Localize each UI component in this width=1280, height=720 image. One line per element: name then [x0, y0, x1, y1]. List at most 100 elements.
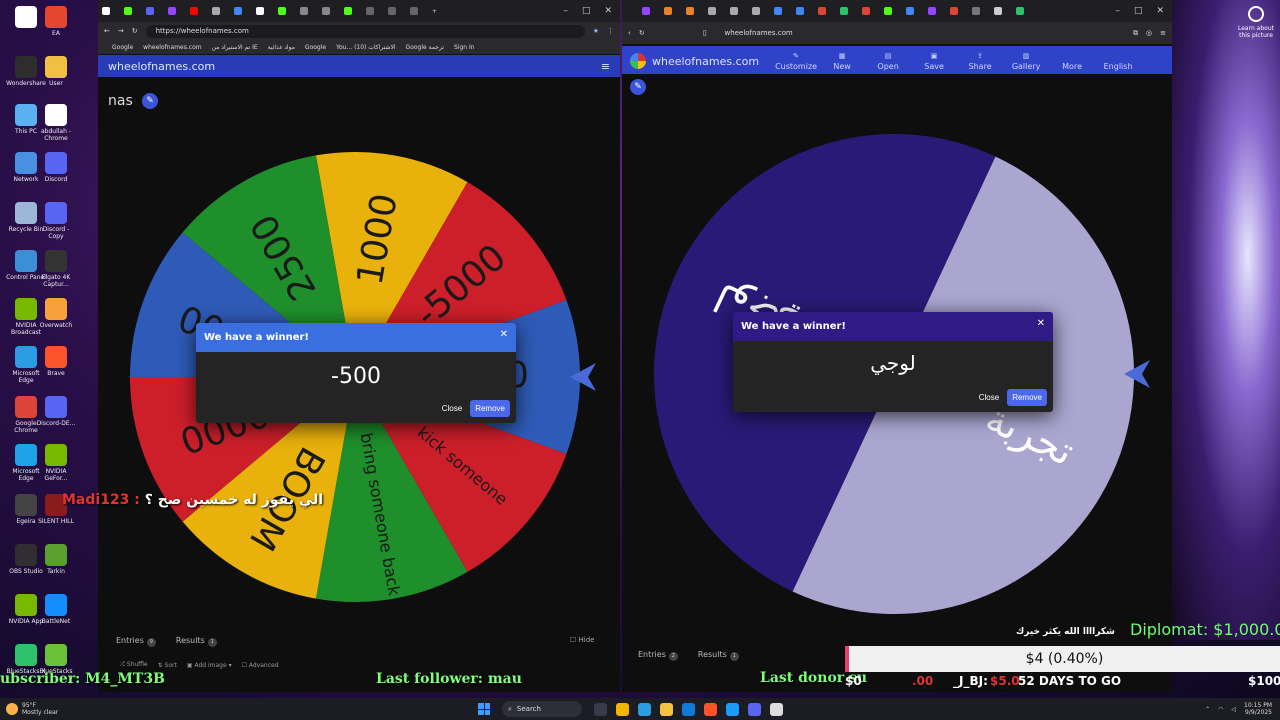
browser-tab[interactable] [928, 4, 948, 18]
desktop-icon[interactable]: Discord - Copy [36, 202, 76, 240]
taskbar-app-icon[interactable] [682, 702, 695, 716]
star-icon[interactable]: ★ [593, 27, 599, 35]
close-icon[interactable]: ✕ [1156, 6, 1164, 16]
taskbar-app-icon[interactable] [616, 702, 629, 716]
browser-tab[interactable] [730, 4, 750, 18]
reload-icon[interactable]: ↻ [639, 29, 645, 37]
windows-start-icon[interactable] [478, 703, 490, 715]
desktop-icon[interactable]: User [36, 56, 76, 87]
profile-icon[interactable]: ◎ [1146, 29, 1152, 37]
nav-open[interactable]: ▤ Open [865, 52, 911, 71]
desktop-icon[interactable]: abdullah - Chrome [36, 104, 76, 142]
bookmark-item[interactable]: Google [305, 44, 326, 51]
taskbar-search[interactable]: ⌕ Search [502, 701, 582, 717]
browser-tab[interactable] [642, 4, 662, 18]
browser-tab[interactable] [884, 4, 904, 18]
menu-icon[interactable]: ⋮ [607, 27, 614, 35]
browser-tab[interactable] [146, 4, 166, 18]
desktop-icon[interactable]: NVIDIA GeFor... [36, 444, 76, 482]
chevron-up-icon[interactable]: ⌃ [1205, 706, 1210, 713]
browser-tab[interactable] [366, 4, 386, 18]
browser-tab[interactable] [752, 4, 772, 18]
new-tab-button[interactable]: + [432, 4, 452, 18]
remove-button[interactable]: Remove [470, 400, 510, 417]
sort-button[interactable]: ⇅ Sort [158, 662, 177, 669]
nav-customize[interactable]: ✎ Customize [773, 52, 819, 71]
site-title[interactable]: wheelofnames.com [652, 55, 759, 68]
browser-tab[interactable] [102, 4, 122, 18]
desktop-icon[interactable]: Brave [36, 346, 76, 377]
browser-tab[interactable] [234, 4, 254, 18]
desktop-icon[interactable]: BattleNet [36, 594, 76, 625]
browser-tab[interactable] [1016, 4, 1036, 18]
browser-tab[interactable] [190, 4, 210, 18]
browser-tab[interactable] [708, 4, 728, 18]
hamburger-icon[interactable]: ≡ [601, 60, 610, 73]
tab-results[interactable]: Results 1 [698, 650, 739, 661]
nav-more[interactable]: More [1049, 52, 1095, 71]
taskbar-app-icon[interactable] [726, 702, 739, 716]
bookmark-item[interactable]: You... (10) الاشتراكات [336, 44, 395, 51]
add-image-button[interactable]: ▣ Add image ▾ [187, 662, 232, 669]
browser-tab[interactable] [256, 4, 276, 18]
bookmark-icon[interactable]: ▯ [703, 29, 707, 37]
tab-entries[interactable]: Entries 2 [638, 650, 678, 661]
taskbar-app-icon[interactable] [770, 702, 783, 716]
minimize-icon[interactable]: – [563, 6, 568, 16]
browser-tab[interactable] [686, 4, 706, 18]
menu-icon[interactable]: ≡ [1160, 29, 1166, 37]
bookmark-item[interactable]: تم الاستيراد من IE [212, 44, 258, 51]
remove-button[interactable]: Remove [1007, 389, 1047, 406]
maximize-icon[interactable]: □ [1134, 6, 1143, 16]
bookmark-item[interactable]: wheelofnames.com [143, 44, 201, 51]
browser-tab[interactable] [212, 4, 232, 18]
browser-tab[interactable] [972, 4, 992, 18]
hide-checkbox[interactable]: ☐ Hide [570, 636, 594, 644]
browser-tab[interactable] [410, 4, 430, 18]
bookmark-item[interactable]: Google [112, 44, 133, 51]
browser-tab[interactable] [906, 4, 926, 18]
desktop-icon[interactable]: Overwatch [36, 298, 76, 329]
back-icon[interactable]: ‹ [628, 29, 631, 37]
taskbar-app-icon[interactable] [704, 702, 717, 716]
close-icon[interactable]: ✕ [500, 329, 508, 340]
nav-share[interactable]: ⇪ Share [957, 52, 1003, 71]
weather-widget[interactable]: 95°F Mostly clear [0, 702, 200, 716]
clock[interactable]: 10:15 PM 9/9/2025 [1244, 702, 1272, 716]
reload-icon[interactable]: ↻ [132, 27, 138, 35]
browser-tab[interactable] [840, 4, 860, 18]
browser-tab[interactable] [278, 4, 298, 18]
tab-results[interactable]: Results 1 [176, 636, 217, 647]
desktop-icon[interactable]: Discord-DE... [36, 396, 76, 427]
taskbar-app-icon[interactable] [594, 702, 607, 716]
nav-save[interactable]: ▣ Save [911, 52, 957, 71]
close-icon[interactable]: ✕ [604, 6, 612, 16]
browser-tab[interactable] [322, 4, 342, 18]
browser-tab[interactable] [796, 4, 816, 18]
wifi-icon[interactable]: ◠ [1218, 706, 1223, 713]
tab-entries[interactable]: Entries 9 [116, 636, 156, 647]
volume-icon[interactable]: ◁ [1231, 706, 1236, 713]
browser-tab[interactable] [168, 4, 188, 18]
maximize-icon[interactable]: □ [582, 6, 591, 16]
browser-tab[interactable] [300, 4, 320, 18]
close-icon[interactable]: ✕ [1037, 318, 1045, 329]
nav-new[interactable]: ▦ New [819, 52, 865, 71]
advanced-checkbox[interactable]: ☐ Advanced [242, 662, 279, 669]
taskbar-app-icon[interactable] [660, 702, 673, 716]
minimize-icon[interactable]: – [1115, 6, 1120, 16]
learn-about-picture[interactable]: Learn about this picture [1234, 6, 1278, 39]
shuffle-button[interactable]: ⤮ Shuffle [120, 661, 148, 669]
bookmark-item[interactable]: Sign In [454, 44, 475, 51]
browser-tab[interactable] [664, 4, 684, 18]
browser-tab[interactable] [950, 4, 970, 18]
browser-tab[interactable] [388, 4, 408, 18]
close-button[interactable]: Close [979, 393, 999, 402]
forward-icon[interactable]: → [118, 27, 124, 35]
back-icon[interactable]: ← [104, 27, 110, 35]
desktop-icon[interactable]: Discord [36, 152, 76, 183]
browser-tab[interactable] [774, 4, 794, 18]
nav-english[interactable]: English [1095, 52, 1141, 71]
extensions-icon[interactable]: ⧉ [1133, 29, 1138, 38]
browser-tab[interactable] [124, 4, 144, 18]
